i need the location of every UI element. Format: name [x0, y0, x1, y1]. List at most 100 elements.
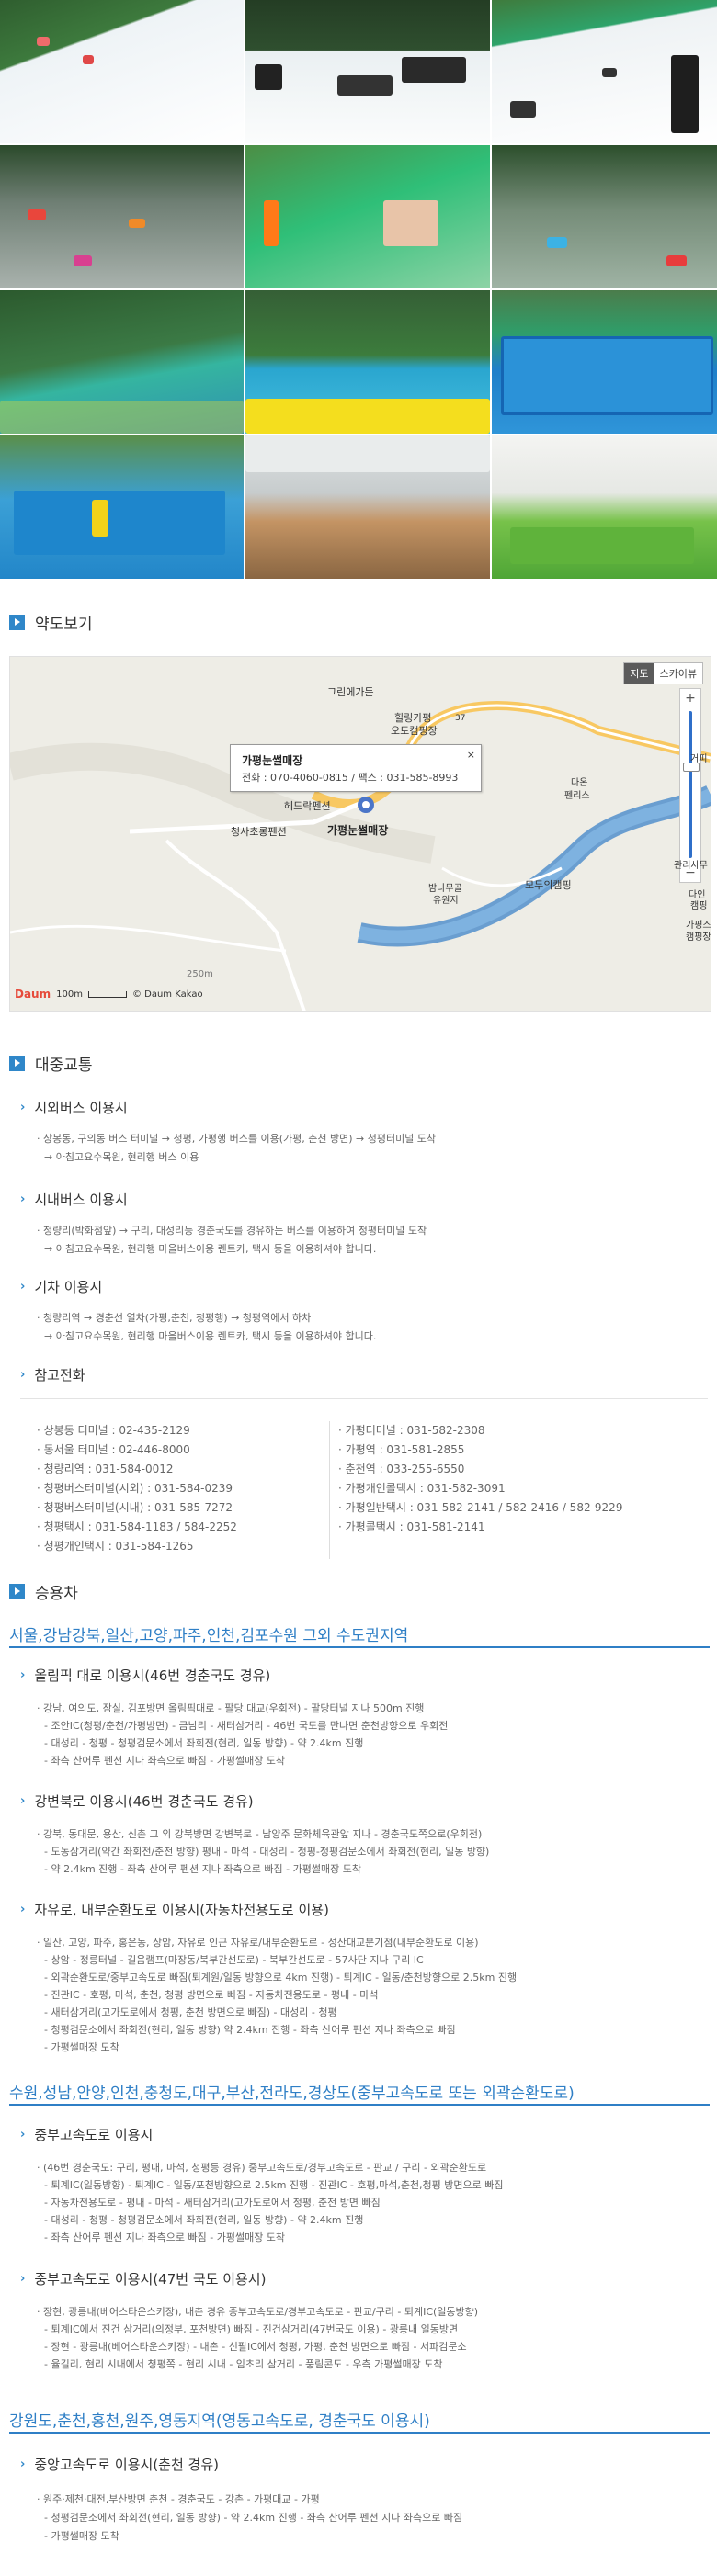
map-label: 헤드락펜션 — [284, 800, 331, 812]
arrow-square-icon — [9, 1583, 25, 1599]
map-label: 모두의캠핑 — [525, 879, 572, 891]
phone-item: 가평터미널 : 031-582-2308 — [338, 1421, 622, 1441]
gallery-photo[interactable] — [492, 290, 717, 434]
close-icon[interactable]: × — [467, 749, 475, 761]
map-type-toggle: 지도 스카이뷰 — [623, 662, 703, 684]
subsection-city-bus: › 시외버스 이용시 — [20, 1098, 128, 1116]
route-title: › 올림픽 대로 이용시(46번 경춘국도 경유) — [20, 1666, 270, 1684]
section-title: 승용차 — [35, 1584, 78, 1603]
chevron-right-icon: › — [20, 2271, 26, 2286]
map-copyright: © Daum Kakao — [131, 989, 203, 1000]
section-header-car: 승용차 — [9, 1579, 78, 1603]
text-line: 장현, 광릉내(베어스타운스키장), 내촌 경유 중부고속도로/경부고속도로 -… — [37, 2304, 478, 2319]
phone-item: 상봉동 터미널 : 02-435-2129 — [37, 1421, 237, 1441]
text-line: 청량리(박화점앞) → 구리, 대성리등 경춘국도를 경유하는 버스를 이용하여… — [37, 1223, 427, 1237]
gallery-photo[interactable] — [0, 0, 244, 143]
route-title: › 강변북로 이용시(46번 경춘국도 경유) — [20, 1791, 254, 1810]
gallery-photo[interactable] — [245, 145, 490, 288]
map-label: 250m — [187, 969, 213, 979]
map-label: 관리사무 — [674, 861, 708, 871]
text-line: - 장현 - 광릉내(베어스타운스키장) - 내촌 - 신팔IC에서 청평, 가… — [44, 2341, 467, 2353]
text-line: - 대성리 - 청평 - 청평검문소에서 좌회전(현리, 일동 방향) - 약 … — [44, 1737, 364, 1749]
map-label: 그린에가든 — [327, 686, 374, 698]
divider — [329, 1421, 330, 1559]
chevron-right-icon: › — [20, 1100, 26, 1114]
phone-item: 청평택시 : 031-584-1183 / 584-2252 — [37, 1518, 237, 1537]
text-line: - 새터삼거리(고가도로에서 청평, 춘천 방면으로 빠짐) - 대성리 - 청… — [44, 2006, 337, 2018]
map-label: 캠핑장 — [686, 932, 711, 943]
map-label: 거피 — [690, 754, 708, 764]
route-title: › 중앙고속도로 이용시(춘천 경유) — [20, 2455, 219, 2473]
daum-logo: Daum — [15, 988, 51, 1000]
chevron-right-icon: › — [20, 1367, 26, 1382]
gallery-photo[interactable] — [492, 145, 717, 288]
subsection-title: 중앙고속도로 이용시(춘천 경유) — [34, 2456, 220, 2473]
subsection-title: 시내버스 이용시 — [34, 1191, 128, 1208]
text-line: → 아침고요수목원, 현리행 버스 이용 — [44, 1151, 199, 1163]
scale-distance: 100m — [56, 989, 83, 1000]
chevron-right-icon: › — [20, 1793, 26, 1808]
text-line: 강남, 여의도, 잠실, 김포방면 올림픽대로 - 팔당 대교(우회전) - 팔… — [37, 1700, 424, 1715]
arrow-square-icon — [9, 614, 25, 630]
text-line: 강북, 동대문, 용산, 신촌 그 외 강북방면 강변북로 - 남양주 문화체육… — [37, 1826, 482, 1841]
text-line: - 퇴계IC에서 진건 삼거리(의정부, 포천방면) 빠짐 - 진건삼거리(47… — [44, 2323, 459, 2335]
subsection-title: 강변북로 이용시(46번 경춘국도 경유) — [34, 1792, 254, 1810]
page: 약도보기 지도 스카이뷰 + − 그린에가든 힐링가평 오토캠핑장 37 헤드락… — [0, 0, 717, 2576]
text-line: - 도농삼거리(약간 좌회전/춘천 방향) 평내 - 마석 - 대성리 - 청평… — [44, 1846, 490, 1858]
text-line: - 상암 - 정릉터널 - 길음램프(마장동/북부간선도로) - 북부간선도로 … — [44, 1954, 424, 1966]
gallery-photo[interactable] — [245, 290, 490, 434]
scale-bar — [87, 990, 127, 998]
map-info-popup: 가평눈썰매장 전화 : 070-4060-0815 / 팩스 : 031-585… — [230, 744, 482, 792]
photo-gallery — [0, 0, 717, 581]
region-divider — [9, 2104, 710, 2106]
map-label: 가평눈썰매장 — [327, 824, 389, 837]
text-line: - 진관IC - 호평, 마석, 춘천, 청평 방면으로 빠짐 - 자동차전용도… — [44, 1989, 379, 2001]
text-line: - 율길리, 현리 시내에서 청평쪽 - 현리 시내 - 임초리 삼거리 - 풍… — [44, 2358, 443, 2370]
map-label: 펜리스 — [564, 791, 590, 801]
chevron-right-icon: › — [20, 1667, 26, 1682]
phone-item: 가평일반택시 : 031-582-2141 / 582-2416 / 582-9… — [338, 1498, 623, 1518]
location-map[interactable]: 지도 스카이뷰 + − 그린에가든 힐링가평 오토캠핑장 37 헤드락펜션 청사… — [9, 656, 711, 1012]
phone-item: 동서울 터미널 : 02-446-8000 — [37, 1441, 237, 1460]
map-label: 오토캠핑장 — [391, 725, 438, 737]
gallery-photo[interactable] — [0, 145, 244, 288]
phones-left-list: 상봉동 터미널 : 02-435-2129 동서울 터미널 : 02-446-8… — [37, 1421, 237, 1556]
section-title: 약도보기 — [35, 615, 93, 634]
text-line: 청량리역 → 경춘선 열차(가평,춘천, 청평행) → 청평역에서 하차 — [37, 1310, 311, 1325]
gallery-photo[interactable] — [0, 290, 244, 434]
subsection-title: 올림픽 대로 이용시(46번 경춘국도 경유) — [34, 1666, 271, 1684]
divider — [20, 1398, 708, 1399]
gallery-photo[interactable] — [245, 435, 490, 579]
text-line: - 약 2.4km 진행 - 좌측 산어루 펜션 지나 좌측으로 빠짐 - 가평… — [44, 1863, 361, 1875]
gallery-photo[interactable] — [492, 0, 717, 143]
map-label: 캠핑 — [690, 901, 708, 911]
skyview-button[interactable]: 스카이뷰 — [654, 663, 702, 684]
map-label: 유원지 — [433, 896, 459, 906]
zoom-slider-track[interactable] — [689, 711, 692, 858]
arrow-square-icon — [9, 1055, 25, 1071]
map-view-button[interactable]: 지도 — [624, 663, 654, 684]
zoom-in-button[interactable]: + — [680, 689, 700, 707]
map-label: 37 — [455, 714, 466, 723]
subsection-title: 중부고속도로 이용시(47번 국도 이용시) — [34, 2270, 267, 2288]
route-title: › 중부고속도로 이용시 — [20, 2125, 153, 2143]
phone-item: 가평역 : 031-581-2855 — [338, 1441, 622, 1460]
gallery-photo[interactable] — [0, 435, 244, 579]
phones-right-list: 가평터미널 : 031-582-2308 가평역 : 031-581-2855 … — [338, 1421, 623, 1537]
popup-place-name: 가평눈썰매장 — [242, 754, 303, 767]
section-title: 대중교통 — [35, 1056, 93, 1075]
subsection-phones: › 참고전화 — [20, 1365, 85, 1384]
text-line: - 외곽순환도로/중부고속도로 빠짐(퇴계원/일동 방향으로 4km 진행) -… — [44, 1972, 518, 1983]
subsection-title: 자유로, 내부순환도로 이용시(자동차전용도로 이용) — [34, 1901, 329, 1918]
text-line: 상봉동, 구의동 버스 터미널 → 청평, 가평행 버스를 이용(가평, 춘천 … — [37, 1131, 436, 1146]
gallery-photo[interactable] — [492, 435, 717, 579]
region-divider — [9, 1646, 710, 1648]
text-line: (46번 경춘국도: 구리, 평내, 마석, 청평등 경유) 중부고속도로/경부… — [37, 2160, 486, 2175]
chevron-right-icon: › — [20, 1902, 26, 1916]
map-label: 청사초롱펜션 — [231, 826, 287, 838]
text-line: - 자동차전용도로 - 평내 - 마석 - 새터삼거리(고가도로에서 청평, 춘… — [44, 2197, 381, 2209]
subsection-title: 참고전화 — [34, 1366, 85, 1384]
gallery-photo[interactable] — [245, 0, 490, 143]
text-line: 원주·제천·대전,부산방면 춘천 - 경춘국도 - 강촌 - 가평대교 - 가평 — [37, 2491, 320, 2506]
section-header-map: 약도보기 — [9, 610, 93, 634]
